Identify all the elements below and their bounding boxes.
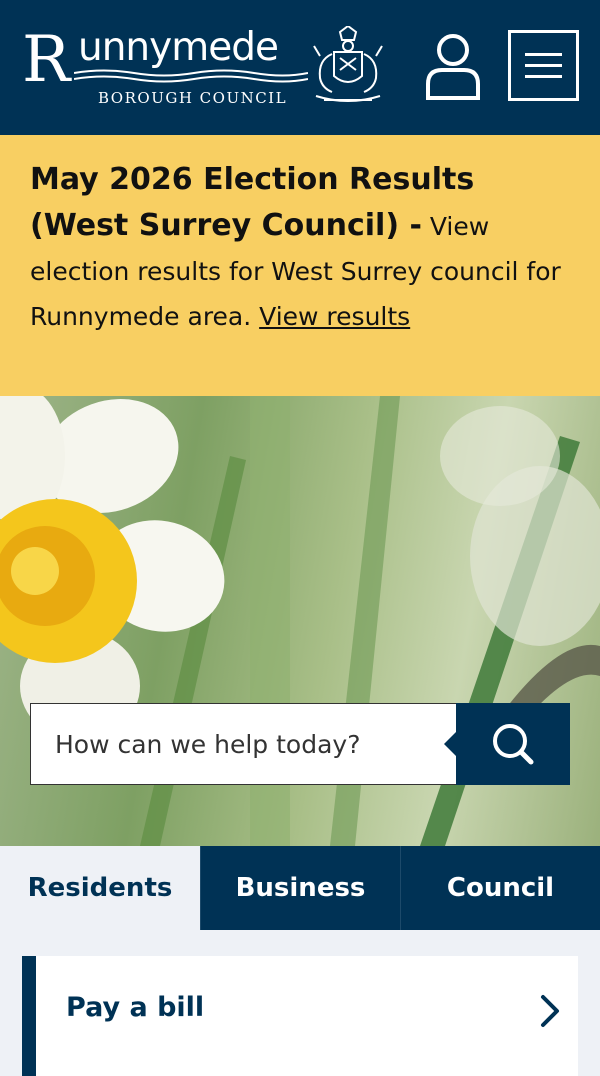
logo-subtitle: BOROUGH COUNCIL <box>98 89 288 107</box>
logo-waves-icon <box>74 69 308 83</box>
tab-council[interactable]: Council <box>400 846 600 930</box>
view-results-link[interactable]: View results <box>259 302 410 331</box>
alert-title: May 2026 Election Results (West Surrey C… <box>30 162 475 243</box>
runnymede-logo[interactable]: R unnymede BOROUGH COUNCIL <box>22 24 387 114</box>
menu-button[interactable] <box>508 30 579 101</box>
alert-content: May 2026 Election Results (West Surrey C… <box>30 157 570 339</box>
site-header: R unnymede BOROUGH COUNCIL <box>0 0 600 135</box>
search-icon <box>493 724 534 765</box>
tab-residents[interactable]: Residents <box>0 846 200 930</box>
card-label: Pay a bill <box>66 992 205 1023</box>
pay-a-bill-card[interactable]: Pay a bill <box>22 956 578 1076</box>
election-alert-banner: May 2026 Election Results (West Surrey C… <box>0 135 600 396</box>
audience-tabs: Residents Business Council <box>0 846 600 930</box>
user-icon <box>426 34 480 100</box>
logo-initial: R <box>22 23 70 97</box>
hamburger-icon <box>525 53 562 78</box>
search-input[interactable] <box>30 703 457 785</box>
hero-banner <box>0 396 600 846</box>
search-button[interactable] <box>444 703 570 785</box>
search-form <box>30 703 570 785</box>
coat-of-arms-icon <box>313 26 383 102</box>
account-button[interactable] <box>424 32 482 102</box>
tab-business[interactable]: Business <box>200 846 400 930</box>
chevron-right-icon <box>541 995 559 1027</box>
logo-wordmark: unnymede <box>78 25 279 70</box>
